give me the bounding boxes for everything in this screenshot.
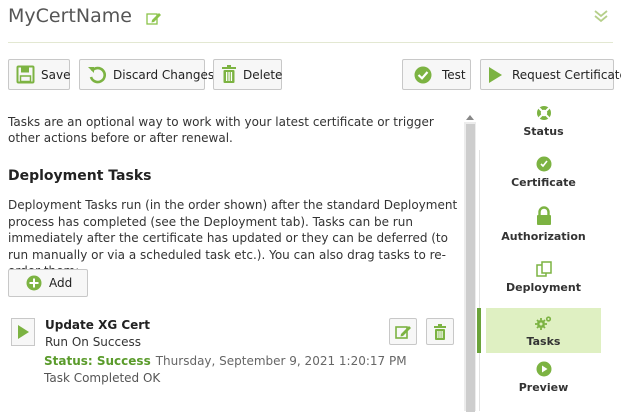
trash-icon: [221, 65, 237, 84]
task-status: Status: Success Thursday, September 9, 20…: [44, 354, 407, 368]
nav-item-authorization[interactable]: Authorization: [486, 205, 601, 247]
play-icon: [17, 325, 29, 339]
task-status-label: Status: Success: [44, 354, 151, 368]
nav-item-preview[interactable]: Preview: [486, 360, 601, 398]
discard-changes-button[interactable]: Discard Changes: [79, 59, 214, 90]
nav-item-status[interactable]: Status: [486, 104, 601, 142]
nav-item-label: Tasks: [526, 334, 561, 348]
discard-changes-label: Discard Changes: [113, 67, 215, 82]
task-result: Task Completed OK: [44, 371, 161, 385]
request-certificate-button[interactable]: Request Certificate: [480, 59, 621, 90]
task-status-time: Thursday, September 9, 2021 1:20:17 PM: [155, 354, 407, 368]
task-trigger: Run On Success: [45, 335, 141, 349]
save-button[interactable]: Save: [8, 59, 70, 90]
run-task-button[interactable]: [11, 318, 35, 346]
nav-active-indicator: [477, 308, 481, 353]
deployment-icon: [535, 260, 552, 278]
nav-item-label: Certificate: [511, 176, 576, 189]
floppy-disk-icon: [16, 65, 35, 84]
lifebuoy-icon: [536, 104, 552, 122]
edit-title-icon[interactable]: [146, 10, 162, 29]
gears-icon: [534, 314, 553, 332]
nav-divider: [479, 150, 480, 411]
test-button-label: Test: [442, 67, 466, 82]
scroll-up-arrow[interactable]: [464, 112, 476, 122]
nav-item-label: Authorization: [501, 230, 586, 243]
nav-item-label: Deployment: [506, 281, 581, 294]
certificate-icon: [536, 155, 552, 173]
undo-icon: [87, 65, 107, 84]
tasks-intro-text: Tasks are an optional way to work with y…: [8, 115, 434, 145]
edit-task-button[interactable]: [389, 318, 417, 345]
request-certificate-label: Request Certificate: [512, 67, 621, 82]
deployment-tasks-heading: Deployment Tasks: [8, 168, 152, 184]
plus-circle-icon: [26, 275, 42, 291]
nav-item-label: Status: [523, 125, 564, 138]
check-circle-icon: [414, 66, 432, 84]
nav-item-label: Preview: [518, 381, 569, 394]
task-name: Update XG Cert: [45, 318, 150, 332]
lock-icon: [536, 205, 552, 227]
nav-item-deployment[interactable]: Deployment: [486, 260, 601, 298]
nav-item-tasks[interactable]: Tasks: [486, 308, 601, 353]
delete-button[interactable]: Delete: [213, 59, 282, 90]
delete-task-button[interactable]: [426, 318, 454, 345]
collapse-chevron-icon[interactable]: [593, 8, 609, 28]
test-button[interactable]: Test: [402, 59, 471, 90]
certificate-title: MyCertName: [8, 5, 132, 27]
play-circle-icon: [536, 360, 552, 378]
scrollbar-thumb[interactable]: [466, 124, 475, 412]
deployment-tasks-description: Deployment Tasks run (in the order shown…: [8, 198, 458, 278]
play-icon: [488, 66, 503, 84]
add-task-label: Add: [49, 276, 73, 290]
header-divider: [8, 42, 613, 43]
nav-item-certificate[interactable]: Certificate: [486, 155, 601, 193]
edit-icon: [394, 324, 412, 339]
add-task-button[interactable]: Add: [8, 269, 88, 297]
delete-button-label: Delete: [243, 67, 283, 82]
trash-icon: [433, 323, 447, 340]
save-button-label: Save: [41, 67, 71, 82]
